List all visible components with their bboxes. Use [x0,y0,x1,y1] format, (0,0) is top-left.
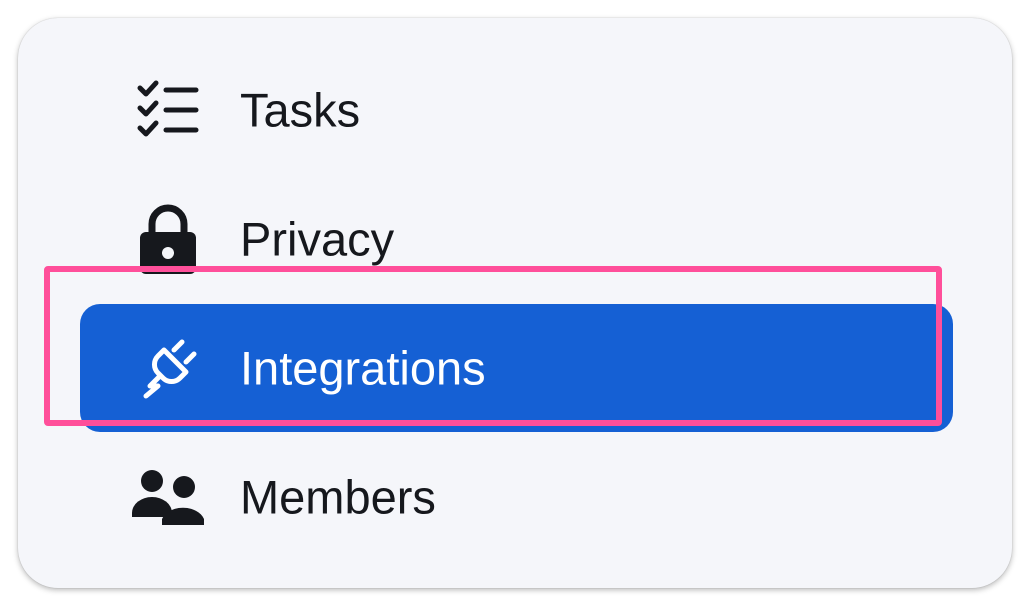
users-icon [132,461,204,533]
menu-item-members[interactable]: Members [18,433,1012,561]
menu-item-label: Members [240,470,436,524]
plug-icon [132,332,204,404]
menu-item-integrations[interactable]: Integrations [18,304,1012,432]
settings-menu: Tasks Privacy Integrations Members [18,18,1012,588]
tasks-checklist-icon [132,74,204,146]
menu-item-label: Privacy [240,212,395,266]
menu-item-label: Integrations [240,341,486,395]
stage: Tasks Privacy Integrations Members [0,0,1032,608]
menu-item-privacy[interactable]: Privacy [18,175,1012,303]
menu-item-tasks[interactable]: Tasks [18,46,1012,174]
lock-icon [132,203,204,275]
menu-item-label: Tasks [240,83,361,137]
